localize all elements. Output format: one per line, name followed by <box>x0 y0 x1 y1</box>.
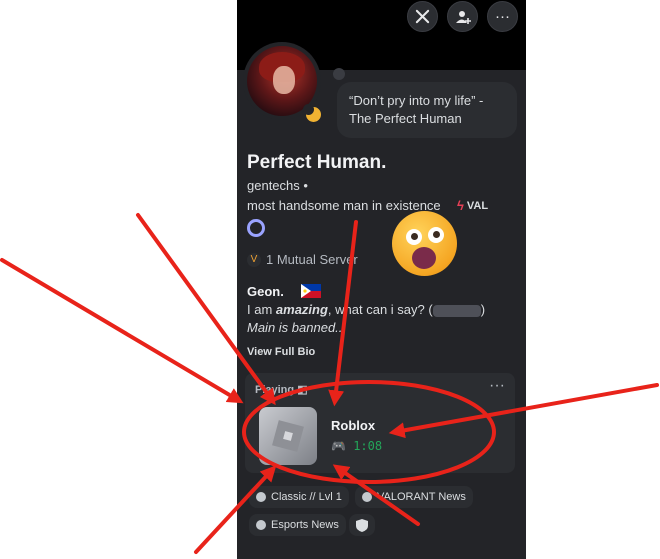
arrow-top-left-1 <box>0 258 244 404</box>
arrow-bottom-center <box>332 464 420 526</box>
arrow-center <box>328 220 358 407</box>
annotation-overlay <box>0 213 659 554</box>
arrow-top-left-2 <box>136 213 276 406</box>
arrow-bottom-left <box>194 465 277 554</box>
arrow-right <box>388 383 659 439</box>
highlight-ellipse <box>242 380 496 484</box>
